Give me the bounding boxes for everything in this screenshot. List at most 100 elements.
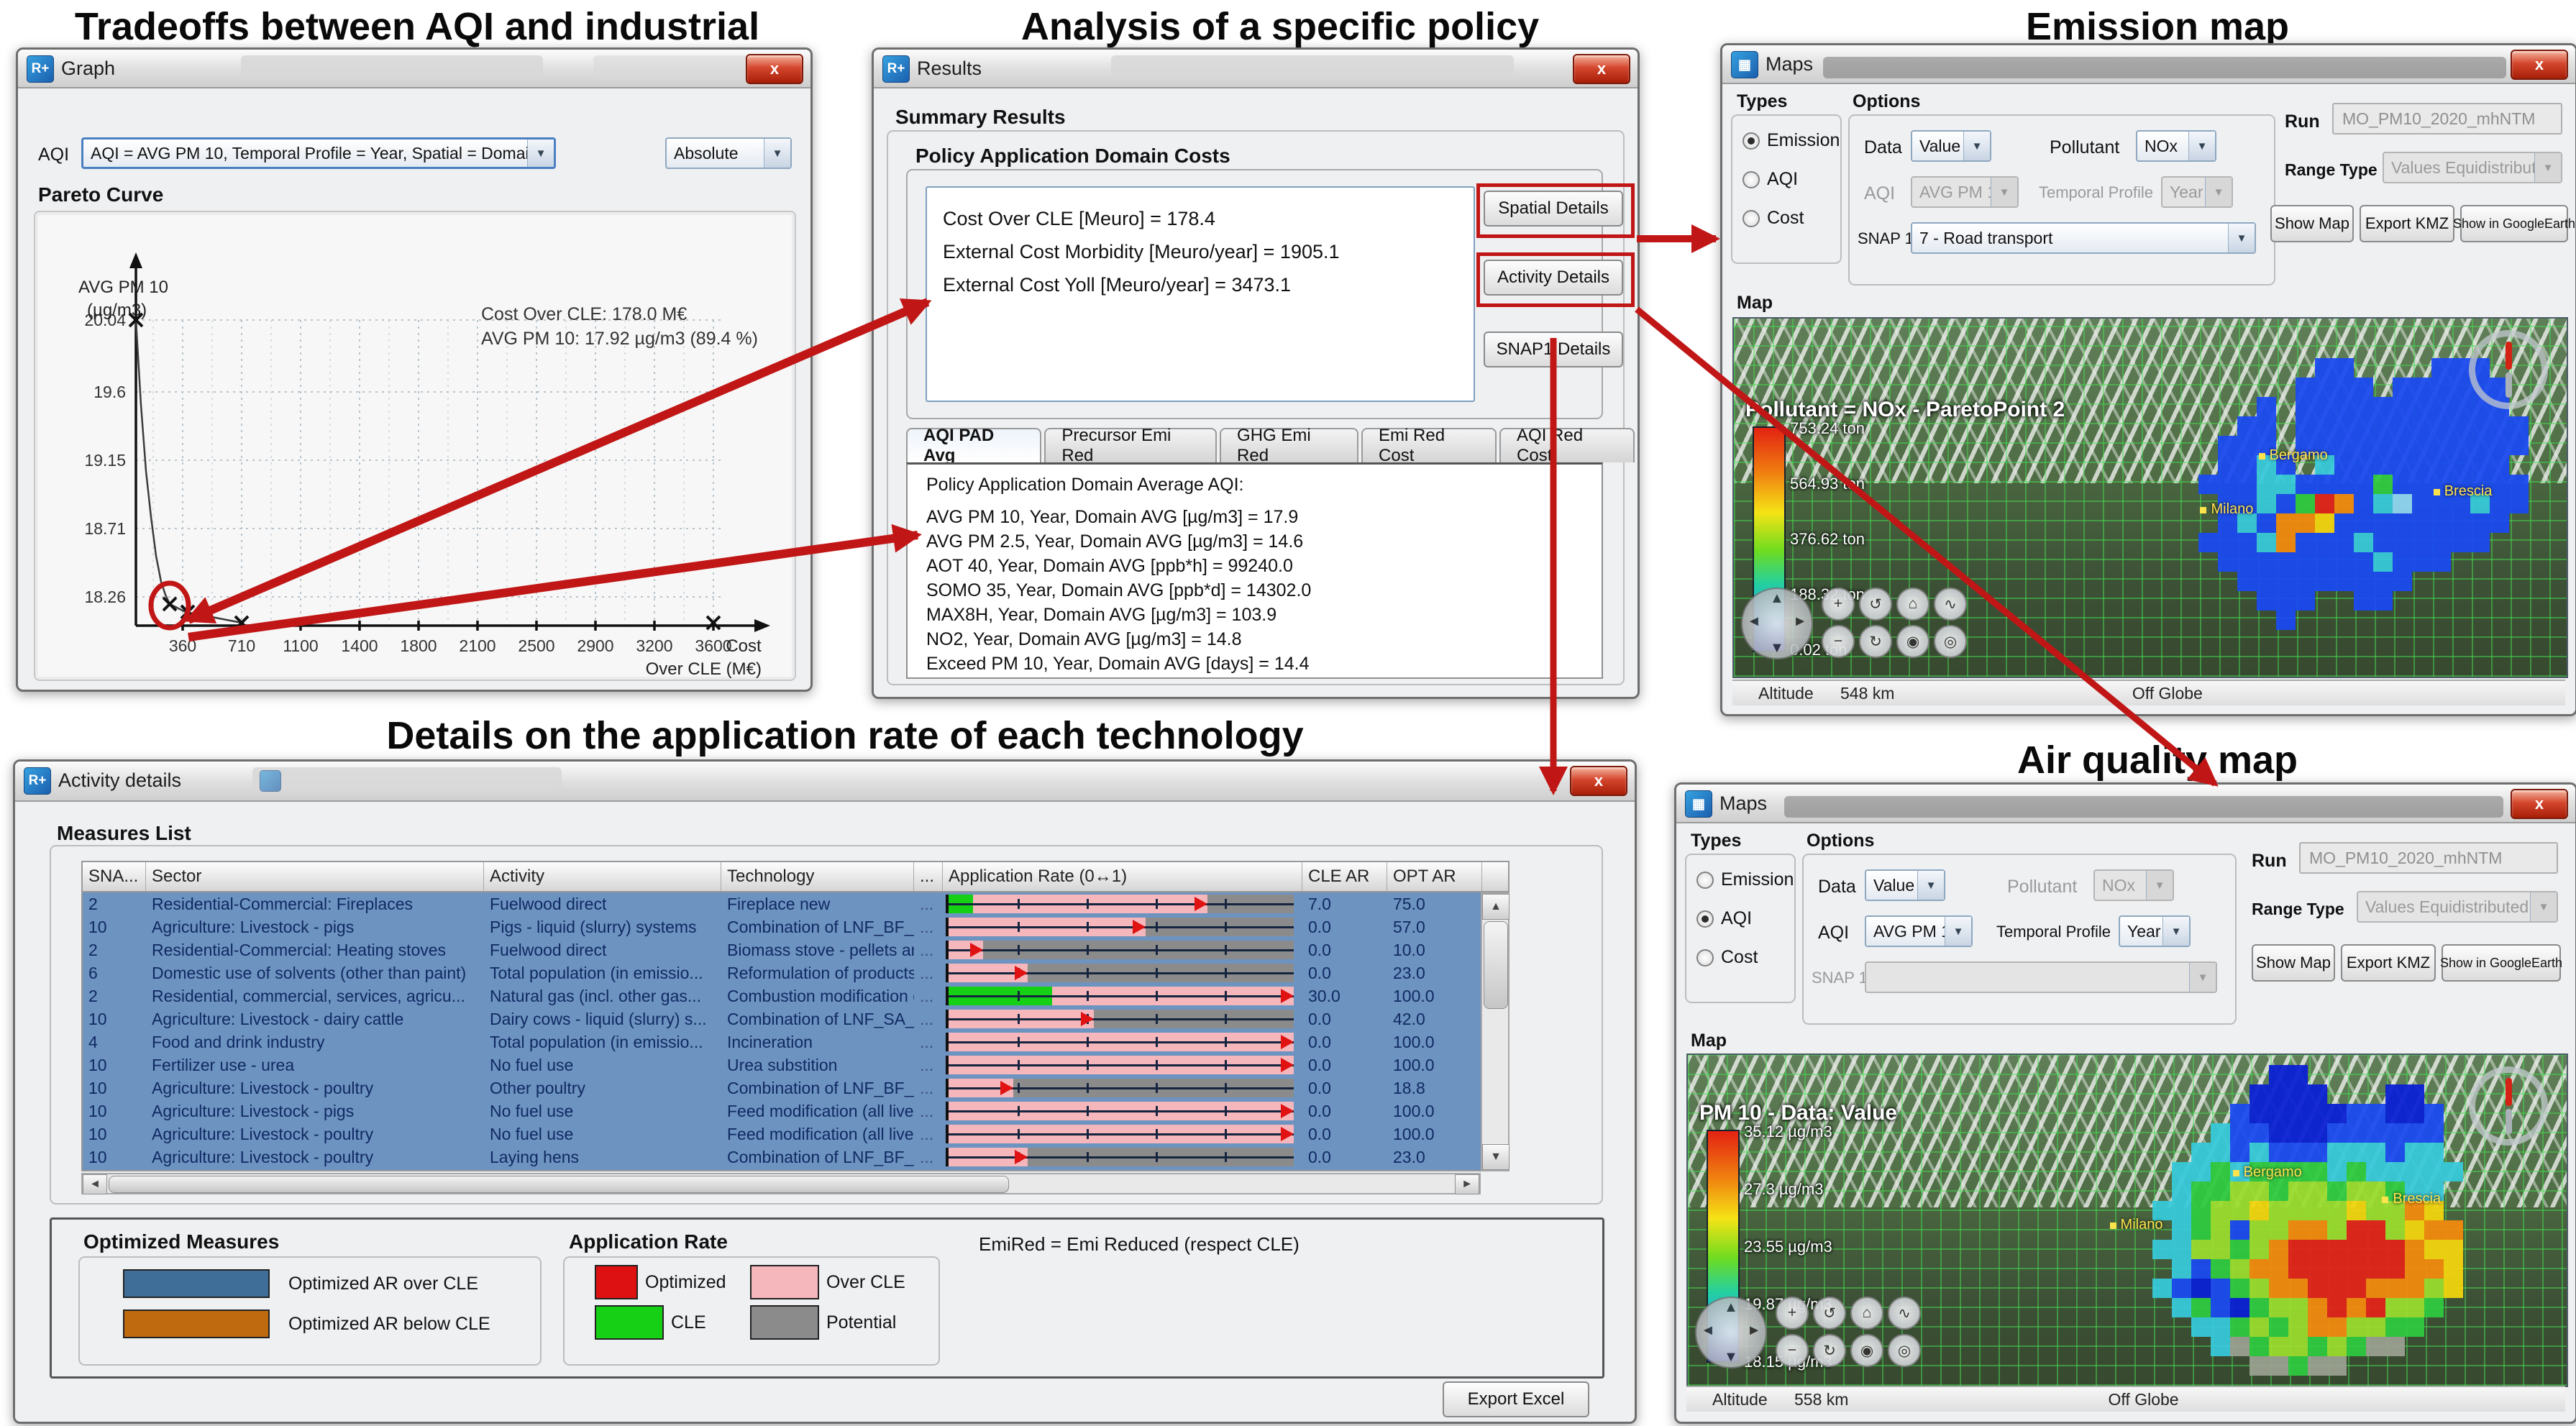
table-row[interactable]: 2Residential-Commercial: Heating stovesF… — [83, 938, 1508, 961]
rotate-cw-icon[interactable]: ↻ — [1859, 625, 1892, 658]
show-map-button[interactable]: Show Map — [2270, 205, 2354, 242]
radio-aqi[interactable]: AQI — [1743, 169, 1798, 190]
tab-ghg-emi-red[interactable]: GHG Emi Red — [1220, 428, 1358, 462]
rotate-ccw-icon[interactable]: ↺ — [1859, 588, 1892, 621]
heading-icon[interactable]: ∿ — [1934, 588, 1967, 621]
pan-left-icon[interactable]: ◄ — [1747, 613, 1761, 630]
costs-textbox[interactable]: Cost Over CLE [Meuro] = 178.4External Co… — [926, 186, 1475, 402]
pan-up-icon[interactable]: ▲ — [1724, 1299, 1738, 1316]
map-pan-control[interactable]: ▲ ▼ ◄ ► — [1695, 1297, 1767, 1368]
column-header[interactable]: Technology — [721, 862, 914, 891]
export-excel-button[interactable]: Export Excel — [1443, 1381, 1589, 1417]
temporal-profile-combo[interactable]: Year▼ — [2119, 915, 2191, 947]
radio-emission[interactable]: Emission — [1696, 869, 1794, 890]
close-icon[interactable]: x — [746, 54, 803, 84]
snap1-combo[interactable]: 7 - Road transport▼ — [1911, 222, 2256, 254]
table-hscrollbar[interactable]: ◄ ► — [81, 1173, 1481, 1194]
reset-icon[interactable]: ◎ — [1934, 625, 1967, 658]
run-field[interactable]: MO_PM10_2020_mhNTM — [2299, 842, 2558, 874]
rotate-cw-icon[interactable]: ↻ — [1813, 1334, 1846, 1367]
data-combo[interactable]: Value▼ — [1865, 869, 1945, 901]
column-header[interactable]: Sector — [146, 862, 484, 891]
tab-aqi-pad-avg[interactable]: AQI PAD Avg — [906, 428, 1041, 462]
pan-right-icon[interactable]: ► — [1747, 1322, 1761, 1339]
table-row[interactable]: 10Fertilizer use - ureaNo fuel useUrea s… — [83, 1053, 1508, 1077]
close-icon[interactable]: x — [2511, 50, 2568, 80]
column-header[interactable]: OPT AR — [1387, 862, 1482, 891]
column-header[interactable]: CLE AR — [1302, 862, 1387, 891]
radio-cost[interactable]: Cost — [1743, 208, 1804, 229]
hscroll-thumb[interactable] — [109, 1176, 1009, 1193]
aqi-combo[interactable]: AVG PM 10▼ — [1865, 915, 1973, 947]
show-in-googleearth-button[interactable]: Show in GoogleEarth — [2460, 205, 2568, 242]
activity-titlebar[interactable]: R+ Activity details x — [15, 762, 1635, 802]
radio-emission[interactable]: Emission — [1743, 130, 1840, 151]
tilt-down-icon[interactable]: ◉ — [1896, 625, 1929, 658]
column-header[interactable]: SNA... — [83, 862, 146, 891]
pan-right-icon[interactable]: ► — [1793, 613, 1807, 630]
reset-icon[interactable]: ◎ — [1888, 1334, 1921, 1367]
table-row[interactable]: 10Agriculture: Livestock - pigsNo fuel u… — [83, 1100, 1508, 1123]
aqi-combo[interactable]: AVG PM 10▼ — [1911, 176, 2019, 208]
close-icon[interactable]: x — [1573, 54, 1630, 84]
show-map-button[interactable]: Show Map — [2252, 944, 2335, 982]
zoom-out-icon[interactable]: − — [1822, 625, 1855, 658]
tilt-up-icon[interactable]: ⌂ — [1896, 588, 1929, 621]
pollutant-combo[interactable]: NOx▼ — [2136, 130, 2216, 162]
column-header[interactable]: Application Rate (0↔1) — [943, 862, 1302, 891]
scroll-left-icon[interactable]: ◄ — [83, 1174, 107, 1194]
pan-down-icon[interactable]: ▼ — [1770, 640, 1784, 657]
data-combo[interactable]: Value▼ — [1911, 130, 1991, 162]
export-kmz-button[interactable]: Export KMZ — [2341, 944, 2436, 982]
graph-titlebar[interactable]: R+ Graph x — [18, 50, 810, 88]
radio-aqi[interactable]: AQI — [1696, 908, 1752, 929]
table-row[interactable]: 4Food and drink industryTotal population… — [83, 1030, 1508, 1053]
column-header[interactable]: ... — [914, 862, 943, 891]
column-header[interactable]: Activity — [484, 862, 721, 891]
table-row[interactable]: 2Residential-Commercial: FireplacesFuelw… — [83, 892, 1508, 915]
close-icon[interactable]: x — [2511, 789, 2568, 819]
table-row[interactable]: 2Residential, commercial, services, agri… — [83, 984, 1508, 1007]
table-row[interactable]: 10Agriculture: Livestock - dairy cattleD… — [83, 1007, 1508, 1030]
tilt-up-icon[interactable]: ⌂ — [1850, 1297, 1883, 1330]
range-type-combo[interactable]: Values Equidistributed▼ — [2357, 891, 2558, 923]
close-icon[interactable]: x — [1570, 766, 1627, 796]
snap1-combo[interactable]: ▼ — [1865, 961, 2217, 993]
rotate-ccw-icon[interactable]: ↺ — [1813, 1297, 1846, 1330]
table-row[interactable]: 10Agriculture: Livestock - poultryOther … — [83, 1077, 1508, 1100]
heading-icon[interactable]: ∿ — [1888, 1297, 1921, 1330]
run-field[interactable]: MO_PM10_2020_mhNTM — [2332, 103, 2562, 134]
table-vscrollbar[interactable]: ▲ ▼ — [1481, 892, 1509, 1171]
snap1-details-button[interactable]: SNAP1 Details — [1484, 332, 1623, 367]
pollutant-combo[interactable]: NOx▼ — [2093, 869, 2174, 901]
export-kmz-button[interactable]: Export KMZ — [2360, 205, 2454, 242]
zoom-in-icon[interactable]: + — [1776, 1297, 1809, 1330]
aq-map-viewport[interactable]: PM 10 - Data: Value35.12 µg/m327.3 µg/m3… — [1686, 1053, 2568, 1387]
pan-down-icon[interactable]: ▼ — [1724, 1349, 1738, 1366]
pan-left-icon[interactable]: ◄ — [1701, 1322, 1715, 1339]
maps-titlebar[interactable]: ▦ Maps x — [1722, 45, 2575, 84]
tab-emi-red-cost[interactable]: Emi Red Cost — [1361, 428, 1497, 462]
scroll-down-icon[interactable]: ▼ — [1482, 1144, 1509, 1170]
show-in-googleearth-button[interactable]: Show in GoogleEarth — [2442, 944, 2561, 982]
pan-up-icon[interactable]: ▲ — [1770, 590, 1784, 607]
scroll-up-icon[interactable]: ▲ — [1482, 894, 1509, 920]
results-titlebar[interactable]: R+ Results x — [874, 50, 1638, 88]
table-row[interactable]: 10Agriculture: Livestock - poultryNo fue… — [83, 1123, 1508, 1146]
emission-map-viewport[interactable]: Pollutant = NOx - ParetoPoint 2753.24 to… — [1732, 317, 2568, 678]
spatial-details-button[interactable]: Spatial Details — [1484, 191, 1623, 227]
mode-combo[interactable]: Absolute ▼ — [665, 137, 792, 169]
map-pan-control[interactable]: ▲ ▼ ◄ ► — [1741, 588, 1813, 659]
range-type-combo[interactable]: Values Equidistributed▼ — [2383, 152, 2562, 183]
zoom-in-icon[interactable]: + — [1822, 588, 1855, 621]
scroll-right-icon[interactable]: ► — [1455, 1174, 1479, 1194]
table-row[interactable]: 10Agriculture: Livestock - poultryLaying… — [83, 1146, 1508, 1169]
tab-aqi-red-cost[interactable]: AQI Red Cost — [1499, 428, 1635, 462]
aqi-combo[interactable]: AQI = AVG PM 10, Temporal Profile = Year… — [81, 137, 556, 169]
activity-details-button[interactable]: Activity Details — [1484, 260, 1623, 296]
maps-titlebar[interactable]: ▦ Maps x — [1676, 785, 2575, 823]
temporal-profile-combo[interactable]: Year▼ — [2161, 176, 2233, 208]
radio-cost[interactable]: Cost — [1696, 947, 1758, 968]
tilt-down-icon[interactable]: ◉ — [1850, 1334, 1883, 1367]
table-row[interactable]: 10Agriculture: Livestock - pigsPigs - li… — [83, 915, 1508, 938]
